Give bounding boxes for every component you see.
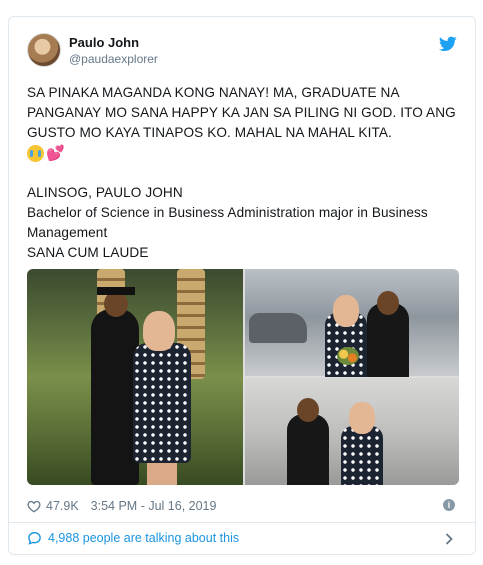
twitter-bird-icon[interactable] [439,36,457,52]
graduate-figure [91,309,139,485]
photo-convention-center[interactable] [245,378,459,485]
photo-parking-lot[interactable] [245,269,459,377]
graduate-head [297,398,319,422]
info-icon[interactable]: i [443,499,455,511]
cutout-legs [147,463,177,485]
two-hearts-icon: 💕 [46,144,65,162]
author-block[interactable]: Paulo John @paudaexplorer [69,35,158,67]
graduate-head [377,291,399,315]
graduation-cap [97,287,135,295]
heart-icon[interactable] [27,500,41,513]
chevron-right-icon[interactable] [445,533,453,545]
tweet-card[interactable]: Paulo John @paudaexplorer SA PINAKA MAGA… [8,16,476,555]
author-name[interactable]: Paulo John [69,35,158,51]
flower-bouquet [337,347,359,365]
avatar[interactable] [27,33,61,67]
tweet-message: SA PINAKA MAGANDA KONG NANAY! MA, GRADUA… [27,85,456,140]
crying-face-icon [27,144,44,162]
like-count[interactable]: 47.9K [46,499,79,513]
cutout-head [333,295,359,327]
car-shape [249,313,307,343]
cutout-figure [133,343,191,463]
conversation-link[interactable]: 4,988 people are talking about this [27,531,239,545]
graduate-figure [287,414,329,485]
cutout-figure [341,426,383,485]
talking-count[interactable]: 4,988 people are talking about this [48,531,239,545]
degree-text: Bachelor of Science in Business Administ… [27,205,428,240]
honor-text: SANA CUM LAUDE [27,245,149,260]
media-grid[interactable] [27,269,459,485]
author-handle[interactable]: @paudaexplorer [69,51,158,67]
emoji-row: 💕 [27,143,459,163]
divider [9,522,475,523]
photo-graduate-with-cutout[interactable] [27,269,243,485]
cutout-head [143,311,175,351]
speech-bubble-icon [28,531,41,545]
tweet-meta: 47.9K 3:54 PM - Jul 16, 2019 [27,498,216,514]
cutout-head [349,402,375,434]
graduate-name: ALINSOG, PAULO JOHN [27,185,183,200]
timestamp[interactable]: 3:54 PM - Jul 16, 2019 [91,499,217,513]
tweet-text: SA PINAKA MAGANDA KONG NANAY! MA, GRADUA… [27,83,459,263]
